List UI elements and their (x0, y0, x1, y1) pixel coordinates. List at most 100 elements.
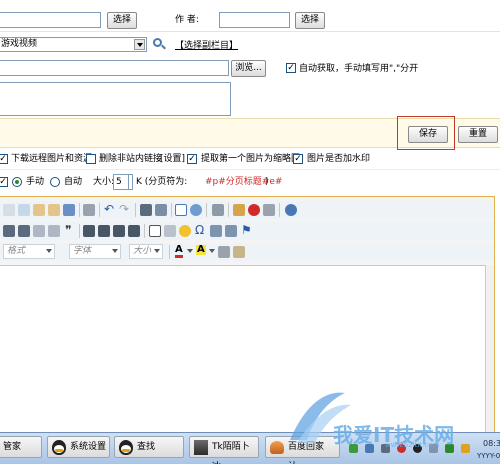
chevron-down-icon[interactable] (209, 249, 215, 253)
select-button[interactable]: 选择 (107, 12, 137, 29)
title-input[interactable] (0, 12, 101, 28)
first-image-thumb-checkbox[interactable]: ✓ (187, 154, 197, 164)
remove-links-settings-link[interactable]: [设置] (160, 154, 185, 165)
editor-content-area[interactable] (0, 265, 486, 433)
author-select-button[interactable]: 选择 (295, 12, 325, 29)
editor-scrollbar[interactable] (487, 265, 494, 433)
omega-icon[interactable]: Ω (195, 223, 204, 237)
maximize-icon[interactable] (218, 246, 230, 258)
source-icon[interactable] (285, 204, 297, 216)
reset-button[interactable]: 重置 (458, 126, 498, 143)
size-value-box[interactable]: 5 (113, 174, 129, 190)
clock-time[interactable]: 08:39 (483, 438, 500, 449)
table-icon[interactable] (263, 204, 275, 216)
clock-date[interactable]: YYYY-07 (477, 451, 500, 462)
editor-toolbar-1: ↶ ↷ (0, 201, 494, 219)
spellcheck-icon[interactable] (212, 204, 224, 216)
toolbar-divider (206, 203, 207, 217)
flash-icon[interactable] (248, 204, 260, 216)
paste-icon[interactable] (33, 204, 45, 216)
paste-text-icon[interactable] (48, 204, 60, 216)
format-dropdown[interactable]: 格式 (3, 244, 55, 259)
tray-antivirus-icon[interactable] (445, 444, 454, 453)
auto-radio[interactable] (50, 177, 60, 187)
outdent-icon[interactable] (33, 225, 45, 237)
watermark-checkbox[interactable]: ✓ (293, 154, 303, 164)
size-dropdown[interactable]: 大小 (129, 244, 163, 259)
system-tray (345, 434, 483, 462)
toolbar-divider (135, 203, 136, 217)
justify-icon[interactable] (128, 225, 140, 237)
tray-volume-icon[interactable] (381, 444, 390, 453)
users-icon (270, 441, 284, 454)
copy-icon[interactable] (18, 204, 30, 216)
tray-update-icon[interactable] (461, 444, 470, 453)
auto-fetch-label: 自动获取，手动填写用","分开 (299, 64, 419, 74)
remove-format-icon[interactable] (190, 204, 202, 216)
replace-icon[interactable] (155, 204, 167, 216)
description-textarea[interactable] (0, 82, 231, 116)
chevron-down-icon[interactable] (187, 249, 193, 253)
save-button[interactable]: 保存 (408, 126, 448, 143)
taskbar-item-baidu[interactable]: 百度回家计... (265, 436, 340, 464)
toolbar-divider (228, 203, 229, 217)
font-dropdown[interactable]: 字体 (69, 244, 121, 259)
ordered-list-icon[interactable] (3, 225, 15, 237)
tray-app-icon[interactable] (397, 444, 406, 453)
browse-button[interactable]: 浏览... (231, 60, 266, 77)
tray-keyboard-icon[interactable] (429, 444, 438, 453)
taskbar-item-manager[interactable]: 管家 (0, 436, 42, 458)
undo-icon[interactable]: ↶ (104, 202, 114, 216)
print-icon[interactable] (83, 204, 95, 216)
taskbar-item-chat[interactable]: Tk陌陌卜冰... (189, 436, 259, 464)
select-subcolumn-link[interactable]: 【选择副栏目】 (175, 41, 238, 52)
search-icon[interactable] (153, 38, 166, 50)
taskbar-item-settings[interactable]: 系统设置 (47, 436, 110, 458)
align-center-icon[interactable] (98, 225, 110, 237)
paste-word-icon[interactable] (63, 204, 75, 216)
auto-fetch-checkbox[interactable]: ✓ (286, 63, 296, 73)
preview-icon[interactable] (233, 246, 245, 258)
qq-penguin-icon (119, 440, 133, 455)
remove-links-label: 删除非站内链接 (99, 154, 163, 164)
image-icon[interactable] (233, 204, 245, 216)
page-marker: #p#分页标题#e# (205, 177, 283, 187)
toolbar-divider (279, 203, 280, 217)
blockquote-icon[interactable]: ❞ (65, 223, 71, 237)
find-icon[interactable] (140, 204, 152, 216)
anchor-flag-icon[interactable]: ⚑ (241, 223, 252, 237)
font-placeholder: 字体 (73, 246, 92, 256)
bg-color-icon[interactable]: A (196, 245, 206, 255)
remove-links-checkbox[interactable] (86, 154, 96, 164)
qq-penguin-icon (52, 440, 66, 455)
author-label: 作 者: (175, 15, 199, 25)
link-icon[interactable] (210, 225, 222, 237)
manual-radio[interactable] (12, 177, 22, 187)
text-color-icon[interactable]: A (175, 245, 183, 258)
table-insert-icon[interactable] (149, 225, 161, 237)
file-path-input[interactable] (0, 60, 229, 76)
horizontal-rule-icon[interactable] (164, 225, 176, 237)
cut-icon[interactable] (3, 204, 15, 216)
redo-icon[interactable]: ↷ (119, 202, 129, 216)
author-input[interactable] (219, 12, 290, 28)
category-select[interactable]: 游戏视频 (0, 37, 147, 52)
taskbar-item-search[interactable]: 查找 (114, 436, 184, 458)
tray-shield-icon[interactable] (349, 444, 358, 453)
format-placeholder: 格式 (7, 246, 26, 256)
select-all-icon[interactable] (175, 204, 187, 216)
unordered-list-icon[interactable] (18, 225, 30, 237)
pagination-checkbox[interactable]: ✓ (0, 177, 8, 187)
smiley-icon[interactable] (179, 225, 191, 237)
align-left-icon[interactable] (83, 225, 95, 237)
align-right-icon[interactable] (113, 225, 125, 237)
manual-label: 手动 (26, 177, 45, 187)
page-hint-end: ) (265, 177, 269, 187)
unlink-icon[interactable] (225, 225, 237, 237)
download-remote-checkbox[interactable]: ✓ (0, 154, 8, 164)
indent-icon[interactable] (48, 225, 60, 237)
tray-qq-icon[interactable] (413, 444, 422, 453)
chevron-down-icon (112, 249, 118, 253)
tray-network-icon[interactable] (365, 444, 374, 453)
toolbar-divider (79, 224, 80, 238)
